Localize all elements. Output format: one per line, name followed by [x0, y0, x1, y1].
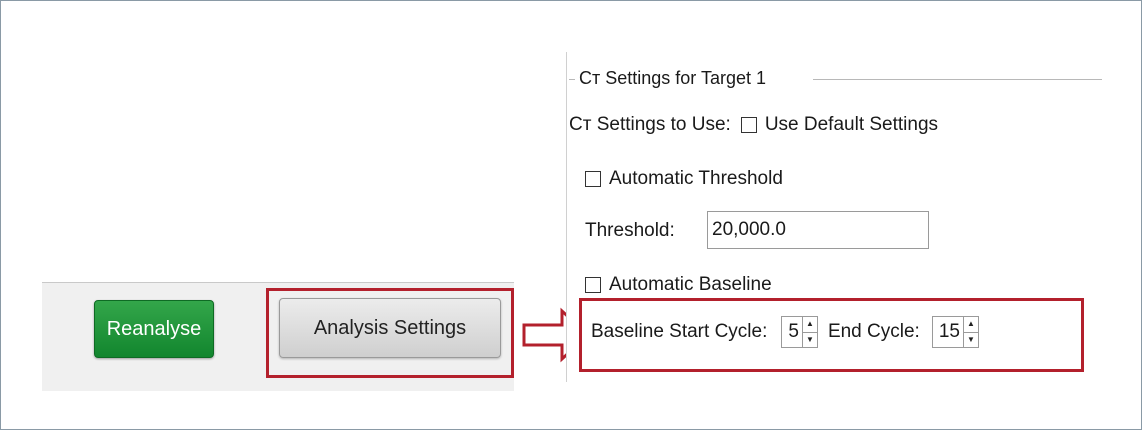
automatic-baseline-label[interactable]: Automatic Baseline	[609, 274, 772, 296]
threshold-label: Threshold:	[585, 220, 675, 241]
ct-settings-to-use-row: Cт Settings to Use: Use Default Settings	[569, 114, 938, 136]
threshold-input[interactable]: 20,000.0	[707, 211, 929, 249]
reanalyse-button[interactable]: Reanalyse	[94, 300, 214, 358]
baseline-cycle-highlight	[579, 298, 1084, 372]
automatic-baseline-row: Automatic Baseline	[585, 274, 772, 296]
automatic-threshold-row: Automatic Threshold	[585, 168, 783, 190]
use-default-settings-checkbox[interactable]	[740, 117, 757, 133]
analysis-settings-highlight	[266, 288, 514, 378]
group-divider-right	[813, 79, 1102, 80]
automatic-threshold-checkbox[interactable]	[585, 171, 601, 187]
use-default-settings-label[interactable]: Use Default Settings	[765, 114, 938, 136]
automatic-threshold-label[interactable]: Automatic Threshold	[609, 168, 783, 190]
ct-settings-to-use-label: Cт Settings to Use:	[569, 114, 731, 135]
ct-settings-group-title: Cт Settings for Target 1	[575, 68, 771, 89]
automatic-baseline-checkbox[interactable]	[585, 277, 601, 293]
